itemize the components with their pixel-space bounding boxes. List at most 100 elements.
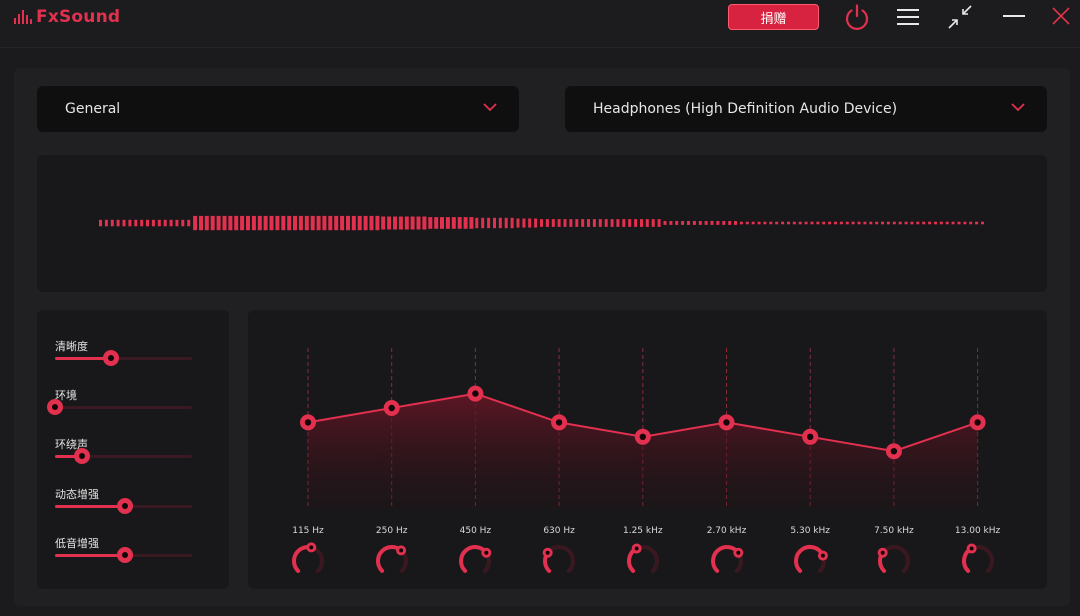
- eq-band-frequency-knob[interactable]: [456, 542, 494, 580]
- eq-band-frequency-knob[interactable]: [624, 542, 662, 580]
- visualizer-bar: [416, 216, 421, 230]
- eq-band-frequency-label: 5.30 kHz: [790, 526, 830, 536]
- visualizer-bar: [116, 219, 120, 227]
- visualizer-bar: [140, 219, 144, 227]
- visualizer-bar: [663, 221, 667, 225]
- visualizer-bar: [134, 219, 138, 227]
- visualizer-bar: [99, 219, 102, 227]
- slider-handle[interactable]: [116, 498, 133, 514]
- visualizer-bar: [745, 221, 749, 225]
- preset-dropdown[interactable]: General: [37, 86, 519, 132]
- visualizer-bar: [440, 217, 444, 229]
- effect-label: 环境: [55, 389, 77, 402]
- visualizer-bar: [293, 215, 297, 231]
- minimize-icon[interactable]: [1001, 6, 1027, 26]
- visualizer-bar: [204, 215, 209, 231]
- visualizer-bar: [193, 215, 198, 231]
- visualizer-bar: [598, 219, 602, 227]
- eq-band-frequency-knob[interactable]: [708, 542, 746, 580]
- eq-band-handle-center: [388, 404, 395, 412]
- clarity-slider[interactable]: [55, 350, 192, 366]
- visualizer-bar: [734, 221, 737, 225]
- visualizer-bar: [922, 221, 926, 225]
- visualizer-bar: [469, 217, 474, 229]
- eq-band-frequency-knob[interactable]: [540, 542, 578, 580]
- eq-band-frequency-knob[interactable]: [875, 542, 913, 580]
- visualizer-bar: [451, 217, 456, 229]
- effect-surround: 环绕声: [55, 436, 195, 464]
- eq-band-frequency-knob[interactable]: [791, 542, 829, 580]
- slider-handle[interactable]: [74, 448, 91, 464]
- visualizer-bar: [710, 221, 714, 225]
- eq-band-frequency-knob[interactable]: [373, 542, 411, 580]
- visualizer-bar: [651, 219, 655, 227]
- visualizer-bar: [422, 216, 427, 230]
- bass-boost-slider[interactable]: [55, 547, 192, 563]
- visualizer-bar: [945, 221, 949, 225]
- eq-band-frequency-label: 450 Hz: [459, 526, 492, 536]
- eq-band-handle-center: [555, 419, 563, 426]
- visualizer-bar: [128, 219, 132, 227]
- eq-band-frequency-label: 7.50 kHz: [874, 526, 914, 536]
- visualizer-bar: [369, 215, 374, 231]
- dynamic-boost-slider[interactable]: [55, 498, 192, 514]
- visualizer-bar: [457, 217, 462, 229]
- slider-handle[interactable]: [103, 350, 120, 366]
- visualizer-bar: [357, 215, 362, 231]
- chevron-down-icon: [1011, 100, 1025, 118]
- donate-button[interactable]: 捐赠: [728, 4, 819, 30]
- visualizer-bar: [822, 221, 826, 225]
- visualizer-bar: [363, 215, 368, 231]
- visualizer-bar: [675, 221, 679, 225]
- visualizer-bar: [540, 219, 543, 227]
- slider-handle[interactable]: [47, 399, 63, 415]
- output-device-dropdown[interactable]: Headphones (High Definition Audio Device…: [565, 86, 1047, 132]
- eq-band-handle-center: [304, 419, 312, 426]
- visualizer-bar: [628, 219, 632, 227]
- visualizer-bar: [375, 215, 380, 231]
- visualizer-bar: [445, 217, 450, 229]
- power-icon[interactable]: [841, 1, 873, 33]
- ambience-slider[interactable]: [47, 399, 192, 415]
- visualizer-bar: [622, 219, 626, 227]
- eq-band-frequency-knob[interactable]: [289, 542, 327, 580]
- visualizer-bar: [975, 221, 979, 225]
- visualizer-bar: [963, 221, 967, 225]
- visualizer-bar: [146, 219, 149, 227]
- visualizer-bar: [199, 215, 203, 231]
- close-icon[interactable]: [1049, 4, 1073, 28]
- visualizer-bar: [222, 215, 227, 231]
- visualizer-bar: [316, 215, 321, 231]
- visualizer-bar: [904, 221, 908, 225]
- surround-slider[interactable]: [55, 448, 192, 464]
- eq-band-frequency-label: 1.25 kHz: [622, 526, 663, 536]
- visualizer-bar: [234, 215, 239, 231]
- visualizer-bar: [969, 221, 973, 225]
- visualizer-bar: [669, 221, 673, 225]
- eq-band-frequency-label: 115 Hz: [292, 526, 324, 536]
- visualizer-bar: [951, 221, 955, 225]
- visualizer-bar: [169, 219, 173, 227]
- visualizer-bar: [657, 219, 661, 227]
- visualizer-bar: [404, 216, 409, 230]
- visualizer-bar: [487, 217, 491, 229]
- visualizer-bar: [563, 219, 567, 227]
- effect-clarity: 清晰度: [55, 338, 195, 366]
- output-device-selected-value: Headphones (High Definition Audio Device…: [593, 101, 898, 117]
- visualizer-bar: [581, 219, 585, 227]
- visualizer-bar: [510, 217, 514, 229]
- spectrum-visualizer: [37, 155, 1047, 292]
- visualizer-bar: [275, 215, 280, 231]
- visualizer-bar: [298, 215, 303, 231]
- eq-band-frequency-knob[interactable]: [959, 542, 997, 580]
- visualizer-bar: [704, 221, 708, 225]
- menu-icon[interactable]: [895, 6, 921, 28]
- visualizer-bar: [175, 219, 179, 227]
- slider-handle[interactable]: [116, 547, 133, 563]
- minimize-view-icon[interactable]: [946, 3, 974, 31]
- eq-band-handle-center: [639, 433, 646, 440]
- eq-band-handle-center: [472, 390, 479, 397]
- visualizer-bar: [787, 221, 790, 225]
- visualizer-bar: [739, 221, 743, 225]
- visualizer-bar: [939, 221, 943, 225]
